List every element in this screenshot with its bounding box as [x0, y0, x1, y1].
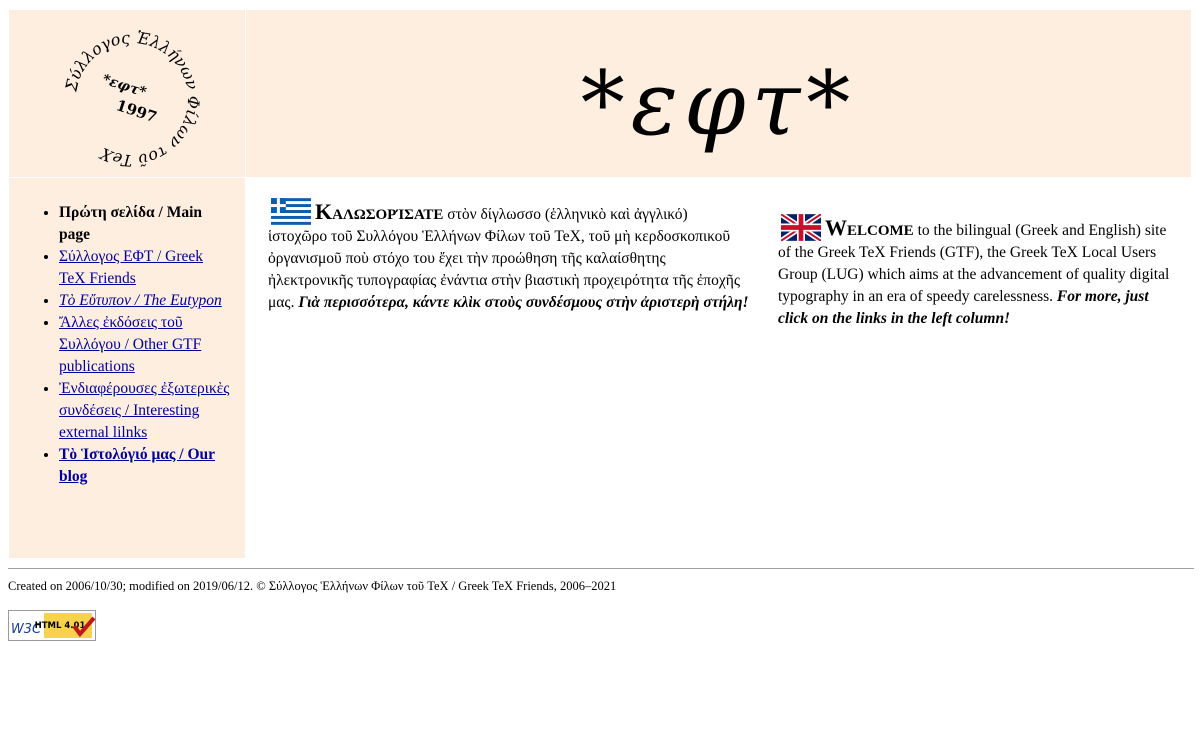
- nav-link-eutypon[interactable]: Τὸ Εὔτυπον / The Eutypon: [59, 292, 222, 309]
- nav-link-external-links[interactable]: Ἐνδιαφέρουσες ἐξωτερικὲς συνδέσεις / Int…: [59, 380, 229, 441]
- content-columns: Καλωσορίσατε στὸν δίγλωσσο (ἑλληνικὸ καὶ…: [246, 178, 1191, 330]
- circular-seal-logo-icon: Σύλλογος Ἑλλήνων Φίλων τοῦ TeX *εφτ* 199…: [61, 28, 203, 170]
- page-layout-table: Σύλλογος Ἑλλήνων Φίλων τοῦ TeX *εφτ* 199…: [8, 9, 1192, 559]
- logo-ring-text: Σύλλογος Ἑλλήνων Φίλων τοῦ TeX: [61, 28, 203, 170]
- greek-flag-icon: [271, 198, 311, 225]
- w3c-html401-badge-icon[interactable]: W3C HTML 4.01: [8, 610, 96, 641]
- nav-item-main-page: Πρώτη σελίδα / Main page: [59, 202, 233, 246]
- logo-cell: Σύλλογος Ἑλλήνων Φίλων τοῦ TeX *εφτ* 199…: [9, 10, 245, 177]
- english-welcome-heading: Welcome: [825, 215, 914, 240]
- logo-center-top: *εφτ*: [100, 72, 149, 101]
- svg-text:Σύλλογος Ἑλλήνων Φίλων τοῦ TeX: Σύλλογος Ἑλλήνων Φίλων τοῦ TeX: [61, 28, 203, 170]
- greek-welcome-heading: Καλωσορίσατε: [315, 199, 444, 224]
- nav-link-greek-tex-friends[interactable]: Σύλλογος ΕΦΤ / Greek TeX Friends: [59, 248, 203, 287]
- footer-text: Created on 2006/10/30; modified on 2019/…: [8, 579, 617, 593]
- nav-item-greek-tex-friends[interactable]: Σύλλογος ΕΦΤ / Greek TeX Friends: [59, 246, 233, 290]
- nav-list: Πρώτη σελίδα / Main page Σύλλογος ΕΦΤ / …: [9, 202, 245, 488]
- english-column: Welcome to the bilingual (Greek and Engl…: [778, 198, 1170, 330]
- nav-item-external-links[interactable]: Ἐνδιαφέρουσες ἐξωτερικὲς συνδέσεις / Int…: [59, 378, 233, 444]
- nav-link-blog[interactable]: Τὸ Ἱστολόγιό μας / Our blog: [59, 446, 215, 485]
- uk-flag-icon: [781, 214, 821, 241]
- nav-item-publications[interactable]: Ἄλλες ἐκδόσεις τοῦ Συλλόγου / Other GTF …: [59, 312, 233, 378]
- nav-item-eutypon[interactable]: Τὸ Εὔτυπον / The Eutypon: [59, 290, 233, 312]
- nav-link-publications[interactable]: Ἄλλες ἐκδόσεις τοῦ Συλλόγου / Other GTF …: [59, 314, 201, 375]
- nav-item-blog[interactable]: Τὸ Ἱστολόγιό μας / Our blog: [59, 444, 233, 488]
- site-title: *εφτ*: [580, 52, 857, 155]
- footer-divider: [8, 568, 1194, 569]
- logo-center-year: 1997: [114, 96, 159, 126]
- greek-welcome-emphasis: Γιὰ περισσότερα, κάντε κλὶκ στοὺς συνδέσ…: [298, 294, 749, 311]
- nav-cell: Πρώτη σελίδα / Main page Σύλλογος ΕΦΤ / …: [9, 178, 245, 558]
- nav-item-label: Πρώτη σελίδα / Main page: [59, 204, 203, 243]
- title-cell: *εφτ*: [246, 10, 1191, 177]
- content-cell: Καλωσορίσατε στὸν δίγλωσσο (ἑλληνικὸ καὶ…: [246, 178, 1191, 558]
- greek-column: Καλωσορίσατε στὸν δίγλωσσο (ἑλληνικὸ καὶ…: [268, 198, 778, 330]
